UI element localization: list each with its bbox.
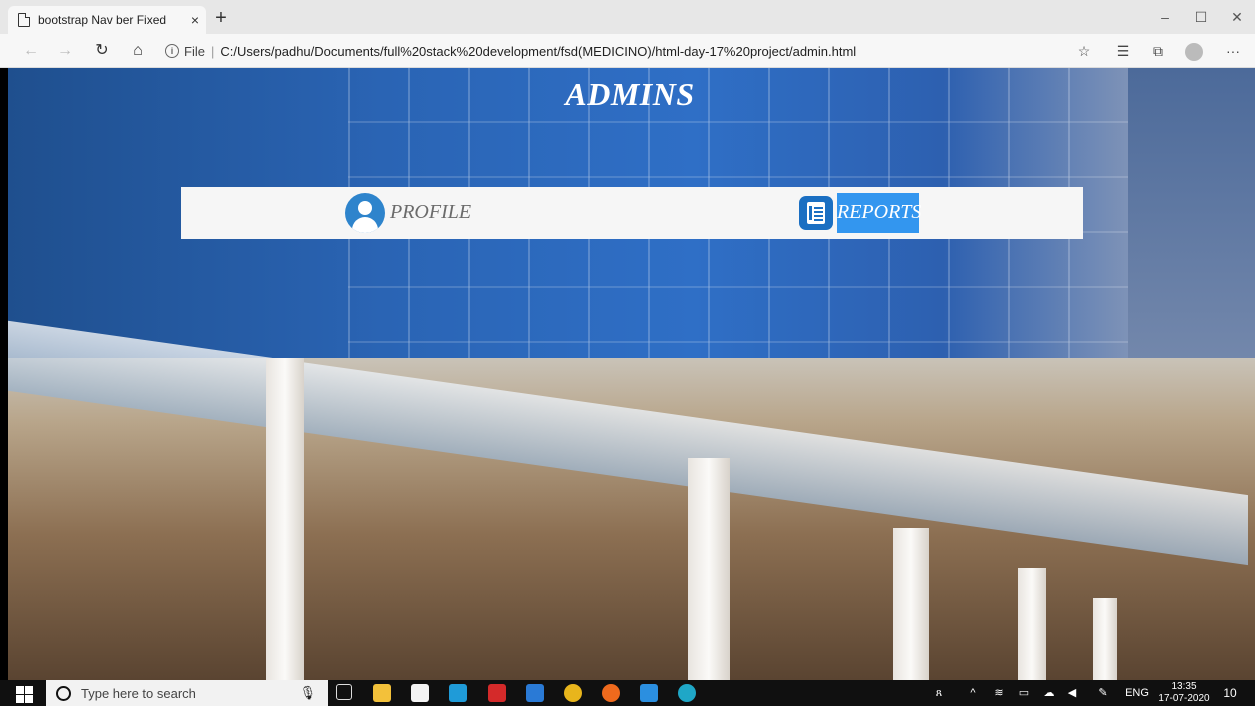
wifi-icon[interactable]: ≋	[990, 684, 1008, 702]
edge-icon[interactable]	[678, 684, 696, 702]
browser-tab[interactable]: bootstrap Nav ber Fixed ×	[8, 6, 206, 34]
volume-icon[interactable]: ◀	[1063, 684, 1081, 702]
clock-time: 13:35	[1171, 681, 1197, 692]
reports-link[interactable]: REPORTS	[837, 193, 921, 233]
close-window-button[interactable]: ✕	[1219, 6, 1255, 28]
language-indicator[interactable]: ENG	[1122, 684, 1152, 702]
info-icon[interactable]: i	[165, 44, 179, 58]
store-icon[interactable]	[411, 684, 429, 702]
firefox-icon[interactable]	[602, 684, 620, 702]
favorites-list-icon[interactable]: ☰	[1110, 40, 1136, 62]
page-title: ADMINS	[565, 76, 695, 112]
building-column	[1018, 568, 1046, 680]
clock-date: 17-07-2020	[1158, 693, 1210, 704]
app-l-icon[interactable]	[449, 684, 467, 702]
cortana-icon	[56, 685, 71, 701]
tab-title: bootstrap Nav ber Fixed	[38, 13, 167, 27]
cloud-icon[interactable]: ☁	[1040, 684, 1058, 702]
user-icon-head	[358, 201, 372, 215]
address-bar[interactable]: i File | C:/Users/padhu/Documents/full%2…	[165, 40, 1055, 62]
favorite-star-icon[interactable]: ☆	[1071, 40, 1097, 62]
tab-close-button[interactable]: ×	[184, 12, 206, 28]
admin-menu-panel	[181, 187, 1083, 239]
user-icon[interactable]	[345, 193, 385, 233]
chrome-icon[interactable]	[564, 684, 582, 702]
windows-start-icon[interactable]	[14, 683, 34, 703]
pen-icon[interactable]: ✎	[1094, 684, 1112, 702]
building-column	[893, 528, 929, 680]
building-column	[266, 358, 304, 680]
people-icon[interactable]: ጸ	[930, 684, 948, 702]
back-icon[interactable]: ←	[18, 39, 44, 63]
mail-icon[interactable]	[526, 684, 544, 702]
user-icon-body	[352, 217, 378, 233]
taskbar-clock[interactable]: 13:35 17-07-2020	[1153, 681, 1215, 705]
minimize-button[interactable]: –	[1147, 6, 1183, 28]
building-column	[1093, 598, 1117, 680]
url-separator: |	[210, 43, 215, 59]
microphone-icon[interactable]: 🎙	[299, 685, 316, 701]
page-background	[8, 68, 1255, 680]
task-view-icon[interactable]	[336, 684, 352, 700]
forward-icon[interactable]: →	[52, 39, 78, 63]
mcafee-icon[interactable]	[488, 684, 506, 702]
report-document-icon[interactable]	[799, 196, 833, 230]
refresh-icon[interactable]: ↻	[89, 39, 115, 63]
file-label: File	[184, 43, 205, 59]
chevron-up-icon[interactable]: ^	[965, 684, 981, 702]
notification-count: 10	[1223, 686, 1237, 700]
report-sheet	[807, 202, 825, 224]
new-tab-button[interactable]: +	[210, 8, 232, 30]
file-explorer-icon[interactable]	[373, 684, 391, 702]
profile-link[interactable]: PROFILE	[390, 201, 471, 224]
battery-icon[interactable]: ▭	[1015, 684, 1033, 702]
vscode-icon[interactable]	[640, 684, 658, 702]
home-icon[interactable]: ⌂	[125, 39, 151, 63]
profile-avatar-icon[interactable]	[1185, 43, 1203, 61]
taskbar-search-box[interactable]: Type here to search 🎙	[46, 680, 328, 706]
collections-icon[interactable]: ⧉	[1145, 40, 1171, 62]
url-text[interactable]: C:/Users/padhu/Documents/full%20stack%20…	[220, 44, 856, 59]
search-placeholder: Type here to search	[81, 685, 196, 701]
building-column	[688, 458, 730, 680]
more-menu-icon[interactable]: ···	[1220, 40, 1246, 62]
page-icon	[18, 13, 30, 27]
notification-center-icon[interactable]: 10	[1220, 683, 1240, 703]
maximize-button[interactable]: ☐	[1183, 6, 1219, 28]
